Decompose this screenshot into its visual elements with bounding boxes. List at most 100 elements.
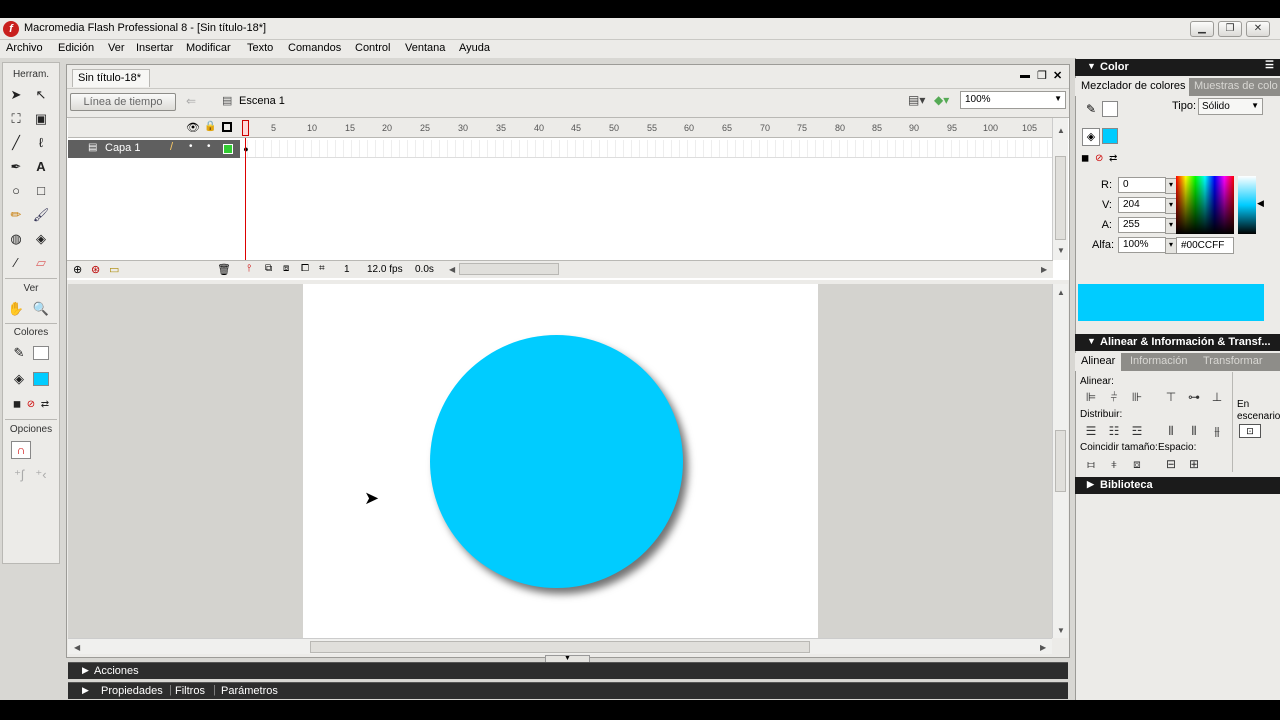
tab-swatches[interactable]: Muestras de colo [1194,80,1278,92]
outline-icon[interactable] [222,122,232,132]
brightness-arrow-icon[interactable]: ◀ [1257,198,1264,209]
tab-properties[interactable]: Propiedades [101,685,163,697]
alpha-input[interactable]: 100% [1118,237,1177,254]
space-vertical-icon[interactable]: ⊟ [1163,457,1179,471]
zoom-tool-icon[interactable]: 🔍 [31,299,51,319]
match-both-icon[interactable]: ⧈ [1129,457,1145,471]
zoom-select[interactable]: 100% ▼ [960,91,1066,109]
paint-bucket-tool-icon[interactable]: ◈ [31,229,51,249]
timeline-vertical-scrollbar[interactable]: ▲ ▼ [1052,118,1068,260]
menu-control[interactable]: Control [355,42,390,54]
scroll-down-icon[interactable]: ▼ [1057,246,1065,255]
panel-menu-icon[interactable]: ☰ [1265,60,1274,71]
distribute-bottom-icon[interactable]: ☲ [1129,424,1145,438]
scroll-left-icon[interactable]: ◀ [74,643,80,652]
space-horizontal-icon[interactable]: ⊞ [1186,457,1202,471]
scroll-thumb[interactable] [1055,156,1066,240]
minimize-button[interactable]: ▁ [1190,21,1214,37]
scroll-right-icon[interactable]: ▶ [1040,643,1046,652]
menu-ventana[interactable]: Ventana [405,42,445,54]
selection-tool-icon[interactable]: ➤ [6,85,26,105]
scroll-thumb[interactable] [310,641,810,653]
menu-comandos[interactable]: Comandos [288,42,341,54]
scroll-down-icon[interactable]: ▼ [1057,626,1065,635]
align-bottom-icon[interactable]: ⊥ [1209,390,1225,404]
library-panel-header[interactable]: ▶ Biblioteca [1075,477,1280,494]
scroll-up-icon[interactable]: ▲ [1057,126,1065,135]
center-frame-icon[interactable]: ⫯ [247,263,251,274]
pencil-tool-icon[interactable]: ✏ [6,205,26,225]
menu-modificar[interactable]: Modificar [186,42,231,54]
line-tool-icon[interactable]: ╱ [6,133,26,153]
match-height-icon[interactable]: ⧧ [1106,457,1122,471]
insert-layer-icon[interactable]: ⊕ [73,263,82,276]
menu-ayuda[interactable]: Ayuda [459,42,490,54]
doc-close-icon[interactable]: ✕ [1053,69,1062,82]
insert-folder-icon[interactable]: ▭ [109,263,119,276]
fill-color-swatch[interactable] [33,372,49,386]
eye-icon[interactable]: 👁 [186,121,200,134]
align-panel-header[interactable]: ▼ Alinear & Información & Transf... [1075,334,1280,351]
green-input[interactable]: 204 [1118,197,1177,214]
eraser-tool-icon[interactable]: ▱ [31,253,51,273]
eyedropper-tool-icon[interactable]: ⁄ [6,253,26,273]
oval-tool-icon[interactable]: ○ [6,181,26,201]
align-hcenter-icon[interactable]: ⫩ [1106,390,1122,404]
distribute-hcenter-icon[interactable]: ⦀ [1186,424,1202,438]
keyframe-dot[interactable]: ● [243,143,249,155]
align-left-icon[interactable]: ⊫ [1083,390,1099,404]
frames-row[interactable]: ● [240,140,1052,158]
scroll-thumb[interactable] [1055,430,1066,492]
stage-vertical-scrollbar[interactable]: ▲ ▼ [1052,284,1068,638]
layer-row-capa1[interactable]: ▤ Capa 1 / • • [68,140,240,158]
rectangle-tool-icon[interactable]: □ [31,181,51,201]
delete-layer-icon[interactable]: 🗑 [217,263,231,276]
tab-color-mixer[interactable]: Mezclador de colores [1081,80,1186,92]
actions-panel-header[interactable]: ▶ Acciones [68,662,1068,679]
blue-input[interactable]: 255 [1118,217,1177,234]
scroll-up-icon[interactable]: ▲ [1057,288,1065,297]
fill-bucket-icon[interactable]: ◈ [1082,128,1100,146]
align-top-icon[interactable]: ⊤ [1163,390,1179,404]
properties-panel-header[interactable]: ▶ Propiedades | Filtros | Parámetros [68,682,1068,699]
swap-colors-icon[interactable]: ⇄ [1109,153,1117,164]
scene-label[interactable]: Escena 1 [239,95,285,107]
color-panel-header[interactable]: ▼ Color ☰ [1075,59,1280,76]
distribute-vcenter-icon[interactable]: ☷ [1106,424,1122,438]
menu-edicion[interactable]: Edición [58,42,94,54]
edit-symbols-icon[interactable]: ◆▾ [934,93,949,107]
stroke-color-swatch[interactable] [1102,101,1118,117]
scroll-left-icon[interactable]: ◀ [449,265,455,274]
outline-color-swatch[interactable] [223,144,233,154]
distribute-right-icon[interactable]: ⫵ [1209,424,1225,438]
menu-archivo[interactable]: Archivo [6,42,43,54]
gradient-transform-tool-icon[interactable]: ▣ [31,109,51,129]
distribute-left-icon[interactable]: ⫴ [1163,424,1179,438]
modify-onion-markers-icon[interactable]: ⌗ [319,263,325,274]
onion-skin-icon[interactable]: ⧉ [265,263,272,274]
scroll-right-icon[interactable]: ▶ [1041,265,1047,274]
menu-insertar[interactable]: Insertar [136,42,173,54]
stage-horizontal-scrollbar[interactable]: ◀ ▶ [68,638,1052,654]
document-tab[interactable]: Sin título-18* [72,69,150,87]
color-spectrum-picker[interactable] [1176,176,1234,234]
close-button[interactable]: ✕ [1246,21,1270,37]
tab-align[interactable]: Alinear [1081,355,1115,367]
tab-transform[interactable]: Transformar [1203,355,1263,367]
text-tool-icon[interactable]: A [31,157,51,177]
snap-magnet-icon[interactable]: ∩ [11,441,31,459]
lasso-tool-icon[interactable]: ℓ [31,133,51,153]
timeline-hscroll-thumb[interactable] [459,263,559,275]
tab-filters[interactable]: Filtros [175,685,205,697]
ink-bottle-tool-icon[interactable]: ◍ [6,229,26,249]
stroke-color-swatch[interactable] [33,346,49,360]
blue-circle-shape[interactable] [430,335,683,588]
smooth-icon[interactable]: ⁺ʃ [9,465,29,485]
lock-dot-icon[interactable]: • [207,141,211,152]
back-arrow-icon[interactable]: ⇐ [186,94,196,108]
red-input[interactable]: 0 [1118,177,1177,194]
lock-icon[interactable]: 🔒 [204,121,216,132]
onion-outline-icon[interactable]: ⧈ [283,263,289,274]
doc-minimize-icon[interactable]: ▬ [1020,70,1030,81]
menu-ver[interactable]: Ver [108,42,125,54]
